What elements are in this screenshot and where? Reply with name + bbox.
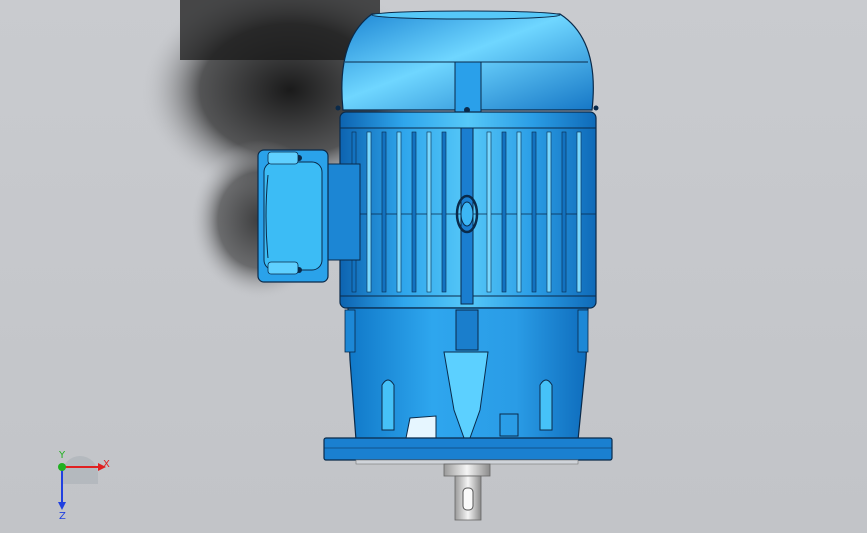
y-axis-label: Y xyxy=(58,450,66,461)
motor-model-view[interactable] xyxy=(0,0,867,533)
cooling-fin xyxy=(381,131,387,293)
drive-end-housing[interactable] xyxy=(344,307,589,441)
cooling-fin xyxy=(546,131,552,293)
y-axis-dot xyxy=(58,463,66,471)
cooling-fin xyxy=(561,131,567,293)
cooling-fin xyxy=(486,131,492,293)
cooling-fin xyxy=(531,131,537,293)
z-axis-label: Z xyxy=(59,511,66,520)
z-axis-arrow xyxy=(58,502,66,510)
cooling-fin xyxy=(576,131,582,293)
output-shaft[interactable] xyxy=(443,463,491,521)
cooling-fin xyxy=(366,131,372,293)
cooling-fin xyxy=(516,131,522,293)
cooling-fin xyxy=(501,131,507,293)
cooling-fin xyxy=(396,131,402,293)
cooling-fin xyxy=(411,131,417,293)
mounting-flange[interactable] xyxy=(323,437,613,465)
cooling-fin xyxy=(426,131,432,293)
graphics-viewport[interactable]: X Y Z xyxy=(0,0,867,533)
axis-triad: X Y Z xyxy=(58,450,110,520)
fan-cover[interactable] xyxy=(335,10,599,113)
cooling-fin xyxy=(441,131,447,293)
x-axis-label: X xyxy=(103,459,110,470)
